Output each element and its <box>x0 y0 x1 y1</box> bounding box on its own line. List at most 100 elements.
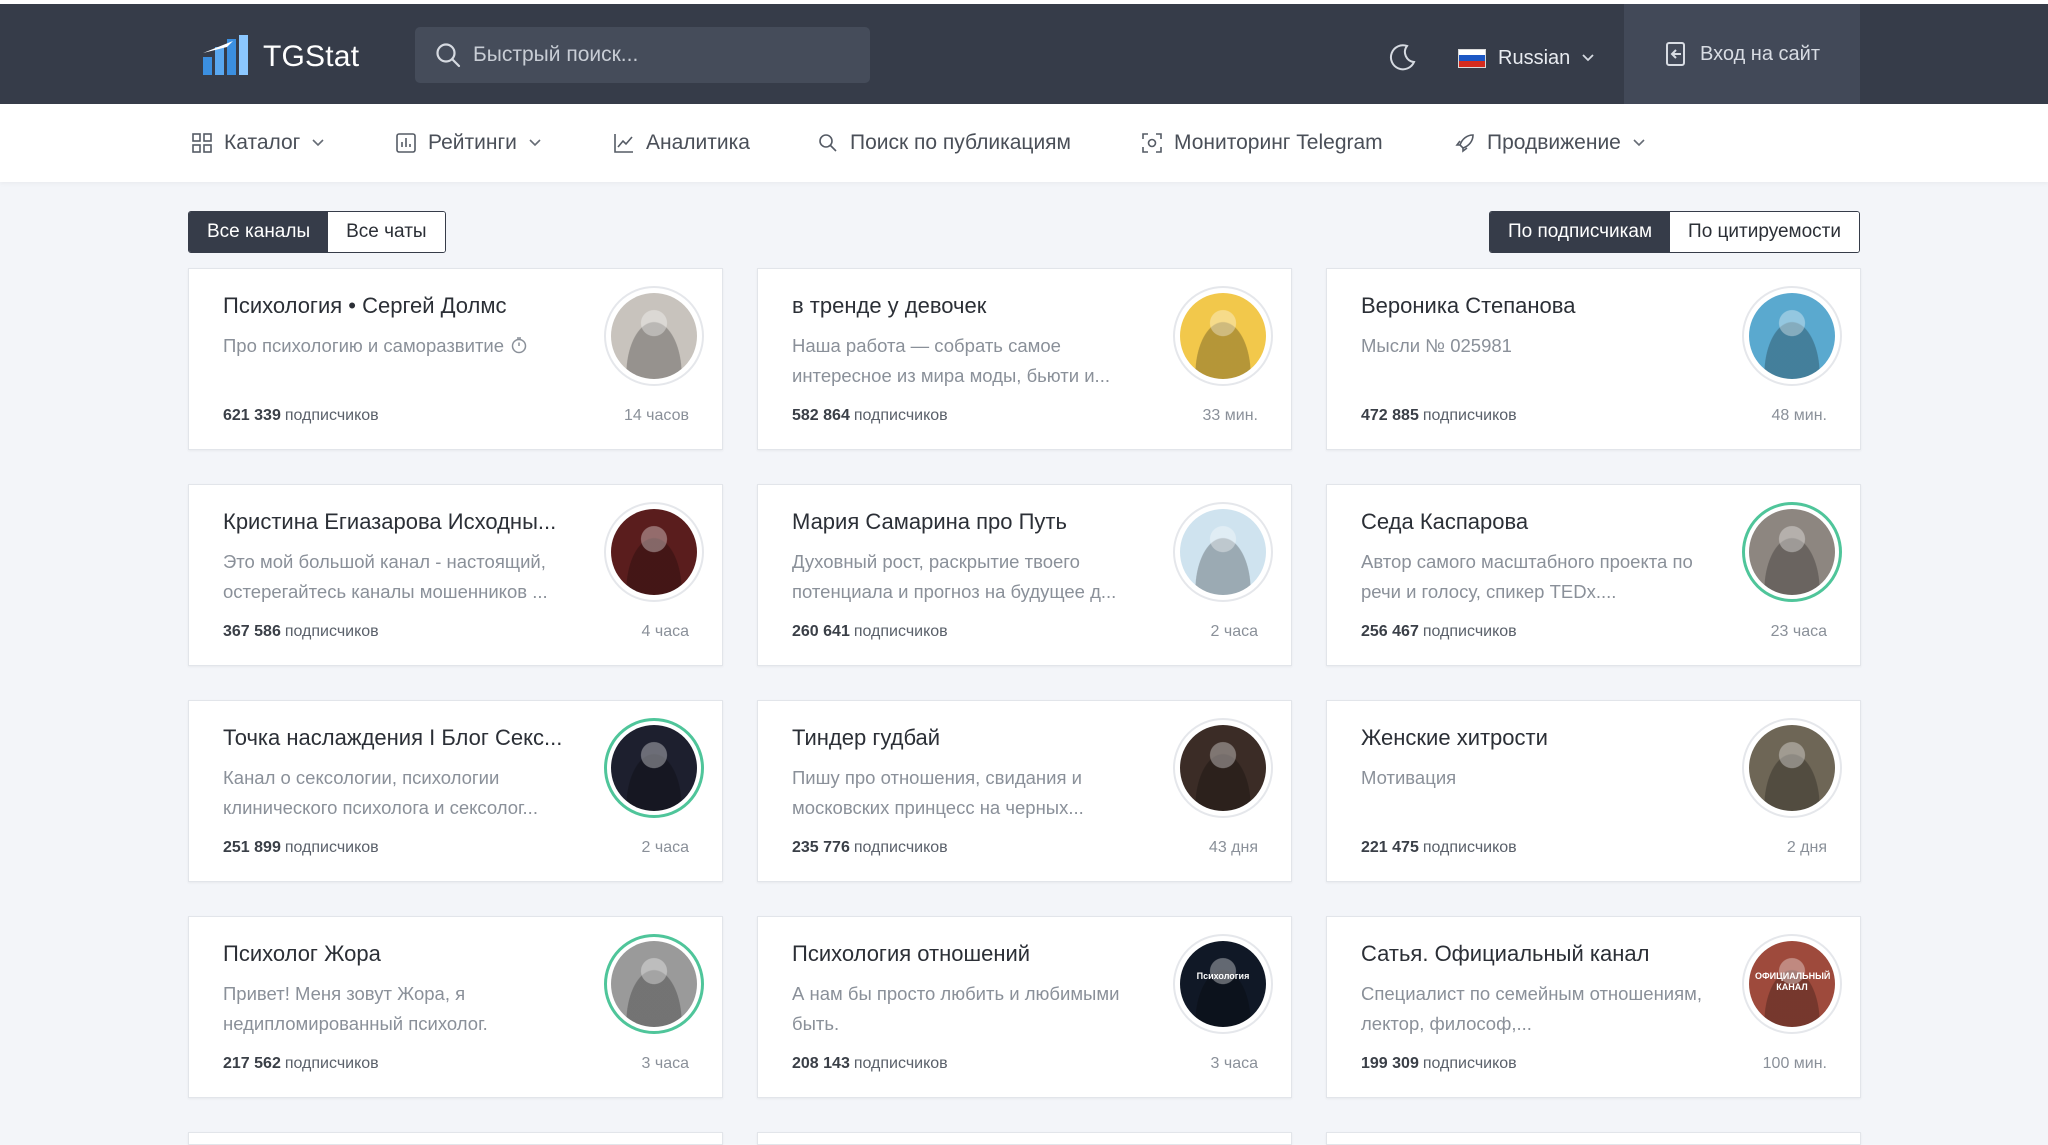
channel-description: Мысли № 025981 <box>1361 331 1731 361</box>
subscriber-label: подписчиков <box>284 839 379 856</box>
logo[interactable]: TGStat <box>203 34 359 80</box>
rocket-icon <box>1455 134 1474 153</box>
avatar[interactable]: Психология <box>1173 934 1273 1034</box>
last-post-time: 2 часа <box>641 839 689 856</box>
bar-chart-icon <box>396 133 416 153</box>
channel-card-partial[interactable] <box>757 1132 1292 1145</box>
subscriber-number: 221 475 <box>1361 839 1419 856</box>
search-input[interactable] <box>473 43 853 67</box>
avatar-image <box>1180 293 1266 379</box>
type-filter: Все каналы Все чаты <box>188 211 446 253</box>
last-post-time: 100 мин. <box>1762 1055 1827 1072</box>
avatar[interactable]: ОФИЦИАЛЬНЫЙ КАНАЛ <box>1742 934 1842 1034</box>
channel-description: Это мой большой канал - настоящий, остер… <box>223 547 593 607</box>
channel-description: Автор самого масштабного проекта по речи… <box>1361 547 1731 607</box>
sort-filter: По подписчикам По цитируемости <box>1488 211 1860 253</box>
avatar[interactable] <box>604 934 704 1034</box>
nav-label: Рейтинги <box>428 131 517 154</box>
channel-title[interactable]: Точка наслаждения I Блог Секс... <box>223 725 583 751</box>
channel-title[interactable]: Кристина Егиазарова Исходны... <box>223 509 583 535</box>
subscriber-count: 621 339 подписчиков <box>223 407 379 425</box>
avatar[interactable] <box>604 718 704 818</box>
subscriber-count: 582 864 подписчиков <box>792 407 948 425</box>
channel-title[interactable]: Седа Каспарова <box>1361 509 1721 535</box>
login-button[interactable]: Вход на сайт <box>1624 4 1860 104</box>
avatar[interactable] <box>1173 718 1273 818</box>
sort-by-subscribers[interactable]: По подписчикам <box>1489 212 1671 252</box>
sort-by-citation[interactable]: По цитируемости <box>1670 212 1859 252</box>
channel-card[interactable]: Сатья. Официальный канал Специалист по се… <box>1326 916 1861 1098</box>
channel-title[interactable]: Вероника Степанова <box>1361 293 1721 319</box>
subscriber-number: 260 641 <box>792 623 850 640</box>
subscriber-label: подписчиков <box>1422 839 1517 856</box>
nav-label: Продвижение <box>1487 131 1621 154</box>
channel-description: Привет! Меня зовут Жора, я недипломирова… <box>223 979 593 1039</box>
channel-description: Мотивация <box>1361 763 1731 793</box>
channel-card[interactable]: Вероника Степанова Мысли № 025981 472 885 п… <box>1326 268 1861 450</box>
avatar-image <box>1749 293 1835 379</box>
channel-card-partial[interactable] <box>188 1132 723 1145</box>
channel-card[interactable]: в тренде у девочек Наша работа — собрать … <box>757 268 1292 450</box>
avatar[interactable] <box>604 286 704 386</box>
nav-item-post-search[interactable]: Поиск по публикациям <box>818 104 1071 182</box>
last-post-time: 4 часа <box>641 623 689 640</box>
chevron-down-icon <box>529 139 541 147</box>
tgstat-logo-icon <box>203 35 248 75</box>
quick-search[interactable] <box>415 27 870 83</box>
chevron-down-icon <box>1633 139 1645 147</box>
channel-title[interactable]: в тренде у девочек <box>792 293 1152 319</box>
channel-title[interactable]: Мария Самарина про Путь <box>792 509 1152 535</box>
language-label: Russian <box>1498 46 1571 69</box>
filter-all-chats[interactable]: Все чаты <box>328 212 445 252</box>
channel-card-partial[interactable] <box>1326 1132 1861 1145</box>
nav-item-ratings[interactable]: Рейтинги <box>396 104 541 182</box>
channel-title[interactable]: Сатья. Официальный канал <box>1361 941 1721 967</box>
subscriber-count: 472 885 подписчиков <box>1361 407 1517 425</box>
filter-all-channels[interactable]: Все каналы <box>189 212 329 252</box>
channel-card[interactable]: Психология отношений А нам бы просто люби… <box>757 916 1292 1098</box>
channel-card[interactable]: Точка наслаждения I Блог Секс... Канал о … <box>188 700 723 882</box>
channel-card[interactable]: Женские хитрости Мотивация 221 475 подписчи… <box>1326 700 1861 882</box>
channel-card[interactable]: Седа Каспарова Автор самого масштабного п… <box>1326 484 1861 666</box>
channel-title[interactable]: Женские хитрости <box>1361 725 1721 751</box>
channel-card[interactable]: Психолог Жора Привет! Меня зовут Жора, я … <box>188 916 723 1098</box>
channel-card[interactable]: Мария Самарина про Путь Духовный рост, ра… <box>757 484 1292 666</box>
last-post-time: 14 часов <box>623 407 689 424</box>
login-icon <box>1666 42 1685 66</box>
moon-icon[interactable] <box>1387 42 1417 72</box>
language-selector[interactable]: Russian <box>1458 40 1594 76</box>
avatar[interactable] <box>1742 286 1842 386</box>
subscriber-label: подписчиков <box>1422 1055 1517 1072</box>
avatar[interactable] <box>1742 718 1842 818</box>
channel-title[interactable]: Психология отношений <box>792 941 1152 967</box>
nav-item-analytics[interactable]: Аналитика <box>614 104 750 182</box>
last-post-time: 23 часа <box>1770 623 1827 640</box>
subscriber-number: 582 864 <box>792 407 850 424</box>
subscriber-label: подписчиков <box>853 839 948 856</box>
timer-icon <box>511 337 527 354</box>
channel-title[interactable]: Психолог Жора <box>223 941 583 967</box>
subscriber-label: подписчиков <box>853 1055 948 1072</box>
channel-title[interactable]: Психология • Сергей Долмс <box>223 293 583 319</box>
channel-description-text: А нам бы просто любить и любимыми быть. <box>792 983 1120 1034</box>
subscriber-number: 217 562 <box>223 1055 281 1072</box>
channel-description-text: Наша работа — собрать самое интересное и… <box>792 335 1110 386</box>
channel-card[interactable]: Психология • Сергей Долмс Про психологию … <box>188 268 723 450</box>
channel-card[interactable]: Кристина Егиазарова Исходны... Это мой бо… <box>188 484 723 666</box>
nav-item-catalog[interactable]: Каталог <box>192 104 324 182</box>
avatar-caption: ОФИЦИАЛЬНЫЙ КАНАЛ <box>1755 971 1831 992</box>
avatar[interactable] <box>1742 502 1842 602</box>
channel-card[interactable]: Тиндер гудбай Пишу про отношения, свидани… <box>757 700 1292 882</box>
avatar-image <box>611 293 697 379</box>
subscriber-number: 472 885 <box>1361 407 1419 424</box>
avatar-image: ОФИЦИАЛЬНЫЙ КАНАЛ <box>1749 941 1835 1027</box>
avatar[interactable] <box>1173 286 1273 386</box>
subscriber-number: 621 339 <box>223 407 281 424</box>
avatar[interactable] <box>1173 502 1273 602</box>
avatar[interactable] <box>604 502 704 602</box>
channel-title[interactable]: Тиндер гудбай <box>792 725 1152 751</box>
nav-item-monitoring[interactable]: Мониторинг Telegram <box>1142 104 1383 182</box>
nav-item-promotion[interactable]: Продвижение <box>1455 104 1645 182</box>
avatar-image <box>611 941 697 1027</box>
subscriber-label: подписчиков <box>853 407 948 424</box>
